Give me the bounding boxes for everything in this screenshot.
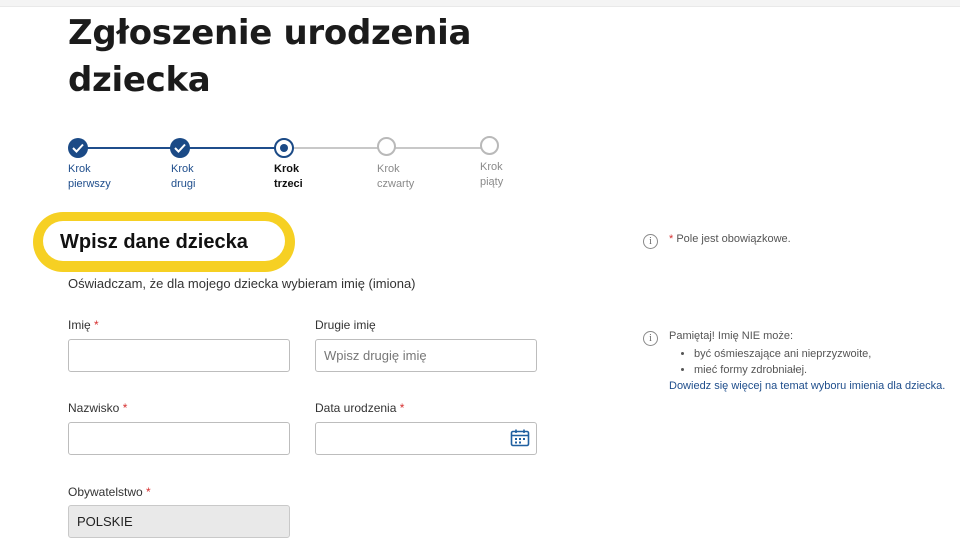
required-mark: *: [669, 233, 674, 245]
first-name-input[interactable]: [68, 339, 290, 372]
second-name-label-text: Drugie imię: [315, 318, 376, 332]
step-3-label-line1: Krok: [274, 163, 300, 175]
citizenship-input: [68, 505, 290, 538]
name-declaration-text: Oświadczam, że dla mojego dziecka wybier…: [68, 276, 416, 291]
info-icon: i: [643, 234, 658, 249]
page-title: Zgłoszenie urodzenia dziecka: [68, 13, 472, 100]
step-4-label-line2: czwarty: [377, 178, 415, 190]
step-5-pending-icon: [480, 136, 499, 155]
step-3-label: Krok trzeci: [274, 162, 303, 192]
step-3-label-line2: trzeci: [274, 178, 303, 190]
step-3-current-icon: [274, 138, 294, 158]
stepper-line-2: [180, 147, 283, 149]
surname-label: Nazwisko *: [68, 401, 127, 415]
step-4-label-line1: Krok: [377, 163, 400, 175]
step-2-label-line2: drugi: [171, 178, 196, 190]
step-1-check-icon: [68, 138, 88, 158]
surname-input[interactable]: [68, 422, 290, 455]
surname-label-text: Nazwisko: [68, 401, 120, 415]
stepper-line-3: [283, 147, 386, 149]
required-field-note-text: Pole jest obowiązkowe.: [676, 233, 791, 245]
required-mark: *: [122, 401, 128, 415]
required-field-note: * Pole jest obowiązkowe.: [669, 233, 791, 245]
section-title: Wpisz dane dziecka: [60, 231, 248, 253]
calendar-icon[interactable]: [510, 429, 530, 447]
list-item: być ośmieszające ani nieprzyzwoite,: [694, 346, 871, 362]
progress-stepper: Krok pierwszy Krok drugi Krok trzeci Kro…: [0, 130, 960, 200]
required-mark: *: [146, 485, 151, 499]
step-4-pending-icon: [377, 137, 396, 156]
first-name-label-text: Imię: [68, 318, 91, 332]
birth-date-input[interactable]: [315, 422, 537, 455]
step-5-label: Krok piąty: [480, 160, 503, 190]
info-icon: i: [643, 331, 658, 346]
stepper-line-4: [386, 147, 489, 149]
required-mark: *: [94, 318, 99, 332]
step-5-label-line1: Krok: [480, 161, 503, 173]
stepper-line-1: [78, 147, 180, 149]
step-2-label-line1: Krok: [171, 163, 194, 175]
step-1-label-line1: Krok: [68, 163, 91, 175]
step-2-check-icon: [170, 138, 190, 158]
first-name-label: Imię *: [68, 318, 99, 332]
name-hint-title: Pamiętaj! Imię NIE może:: [669, 330, 794, 342]
list-item: mieć formy zdrobniałej.: [694, 362, 871, 378]
second-name-label: Drugie imię: [315, 318, 376, 332]
step-1-label-line2: pierwszy: [68, 178, 111, 190]
step-5-label-line2: piąty: [480, 176, 504, 188]
name-choice-info-link[interactable]: Dowiedz się więcej na temat wyboru imien…: [669, 378, 949, 394]
required-mark: *: [399, 401, 405, 415]
step-2-label[interactable]: Krok drugi: [171, 162, 195, 192]
citizenship-label: Obywatelstwo *: [68, 485, 151, 499]
birth-date-label: Data urodzenia *: [315, 401, 404, 415]
name-hint-list: być ośmieszające ani nieprzyzwoite, mieć…: [682, 346, 871, 378]
step-1-label[interactable]: Krok pierwszy: [68, 162, 111, 192]
second-name-input[interactable]: [315, 339, 537, 372]
step-4-label: Krok czwarty: [377, 162, 414, 192]
top-border: [0, 0, 960, 7]
birth-date-label-text: Data urodzenia: [315, 401, 397, 415]
citizenship-label-text: Obywatelstwo: [68, 485, 143, 499]
